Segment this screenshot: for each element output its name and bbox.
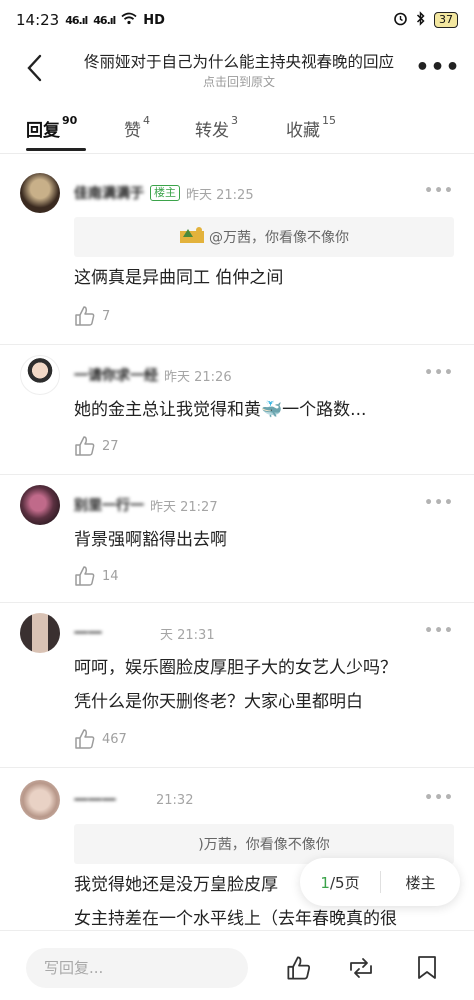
like-button[interactable]: 14 — [74, 565, 119, 587]
username[interactable]: 佳南满满于 — [74, 183, 144, 203]
title-bar: 佟丽娅对于自己为什么能主持央视春晚的回应 点击回到原文 ••• — [0, 40, 474, 98]
thumbs-up-icon — [75, 729, 95, 749]
comment-text: 她的金主总让我觉得和黄🐳一个路数... — [74, 393, 460, 427]
comment-item: 别里一行一 昨天 21:27 ••• 背景强啊豁得出去啊 14 — [0, 475, 474, 603]
signal-icon-2: 46.ıl — [93, 13, 116, 27]
image-icon — [179, 225, 205, 249]
tab-count: 3 — [231, 114, 238, 127]
op-badge: 楼主 — [150, 185, 180, 201]
tab-bar: 回复 90 赞4 转发 3 收藏 15 — [0, 98, 474, 154]
comment-more-button[interactable]: ••• — [424, 623, 454, 639]
comment-line: 背景强啊豁得出去啊 — [74, 530, 227, 550]
comment-line: 她的金主总让我觉得和黄🐳一个路数... — [74, 400, 367, 420]
more-icon: ••• — [415, 54, 461, 80]
thumbs-up-icon — [75, 306, 95, 326]
comment-more-button[interactable]: ••• — [424, 365, 454, 381]
tab-label: 赞 — [124, 121, 141, 141]
comment-text: 呵呵，娱乐圈脸皮厚胆子大的女艺人少吗？ 凭什么是你天删佟老？大家心里都明白 — [74, 651, 460, 719]
signal-icon: 46.ıl — [65, 13, 88, 27]
comment-time: 21:32 — [156, 792, 194, 808]
comment-item: 一一一 21:32 ••• )万茜，你看像不像你 我觉得她还是没万皇脸皮厚 女主… — [0, 768, 474, 938]
like-count: 7 — [102, 308, 111, 324]
like-count: 14 — [102, 568, 119, 584]
comment-more-button[interactable]: ••• — [424, 183, 454, 199]
username[interactable]: 一一一 — [74, 790, 150, 810]
comment-item: 佳南满满于 楼主 昨天 21:25 ••• @万茜，你看像不像你 这俩真是异曲同… — [0, 155, 474, 345]
like-post-button[interactable] — [282, 951, 316, 985]
avatar[interactable] — [20, 485, 60, 525]
back-button[interactable] — [18, 50, 50, 86]
tab-likes[interactable]: 赞4 — [124, 114, 150, 141]
like-count: 467 — [102, 731, 127, 747]
thumbs-up-icon — [75, 566, 95, 586]
like-button[interactable]: 7 — [74, 305, 110, 327]
active-tab-indicator — [26, 148, 86, 151]
comment-more-button[interactable]: ••• — [424, 790, 454, 806]
comment-time: 昨天 21:25 — [186, 187, 254, 203]
wifi-icon — [121, 11, 137, 29]
repost-icon — [350, 958, 372, 978]
repost-button[interactable] — [344, 951, 378, 985]
home-indicator — [0, 996, 474, 1000]
page-title: 佟丽娅对于自己为什么能主持央视春晚的回应 — [83, 53, 394, 71]
page-total: /5页 — [329, 873, 360, 892]
floating-pager: 1/5页 楼主 — [300, 858, 460, 906]
chevron-left-icon — [27, 54, 42, 82]
avatar[interactable] — [20, 613, 60, 653]
comment-more-button[interactable]: ••• — [424, 495, 454, 511]
more-options-button[interactable]: ••• — [415, 52, 461, 82]
username[interactable]: 别里一行一 — [74, 495, 144, 515]
quoted-reply[interactable]: @万茜，你看像不像你 — [74, 217, 454, 257]
comment-item: 一一 天 21:31 ••• 呵呵，娱乐圈脸皮厚胆子大的女艺人少吗？ 凭什么是你… — [0, 603, 474, 768]
favorite-button[interactable] — [410, 951, 444, 985]
bookmark-icon — [418, 956, 436, 979]
tab-count: 4 — [143, 114, 150, 127]
bottom-action-bar — [0, 930, 474, 1000]
back-to-original-link[interactable]: 点击回到原文 — [58, 73, 420, 90]
tab-label: 转发 — [195, 121, 229, 141]
like-button[interactable]: 467 — [74, 728, 127, 750]
comment-text: 背景强啊豁得出去啊 — [74, 523, 460, 557]
thumbs-up-icon — [287, 956, 311, 980]
comment-time: 天 21:31 — [160, 627, 215, 643]
bluetooth-icon — [416, 10, 426, 30]
status-time: 14:23 — [16, 11, 60, 29]
avatar[interactable] — [20, 173, 60, 213]
comment-time: 昨天 21:27 — [150, 499, 218, 515]
page-selector[interactable]: 1/5页 — [300, 872, 380, 893]
tab-label: 回复 — [26, 121, 60, 141]
username[interactable]: 一一 — [74, 623, 154, 643]
comment-line: 呵呵，娱乐圈脸皮厚胆子大的女艺人少吗？ — [74, 658, 397, 678]
tab-label: 收藏 — [286, 121, 320, 141]
op-only-button[interactable]: 楼主 — [381, 872, 460, 893]
like-count: 27 — [102, 438, 119, 454]
avatar[interactable] — [20, 780, 60, 820]
tab-count: 90 — [62, 114, 78, 127]
avatar[interactable] — [20, 355, 60, 395]
comment-item: 一请你求一经 昨天 21:26 ••• 她的金主总让我觉得和黄🐳一个路数... … — [0, 345, 474, 475]
tab-favorites[interactable]: 收藏 15 — [286, 114, 336, 141]
quote-text: @万茜，你看像不像你 — [209, 230, 349, 246]
current-page: 1 — [320, 873, 330, 892]
comment-text: 这俩真是异曲同工 伯仲之间 — [74, 261, 460, 295]
alarm-icon — [393, 11, 408, 30]
tab-reposts[interactable]: 转发 3 — [195, 114, 238, 141]
comment-time: 昨天 21:26 — [164, 369, 232, 385]
quote-text: )万茜，你看像不像你 — [198, 837, 330, 853]
reply-input[interactable] — [26, 948, 248, 988]
thumbs-up-icon — [75, 436, 95, 456]
comment-line: 凭什么是你天删佟老？大家心里都明白 — [74, 692, 363, 712]
battery-icon: 37 — [434, 12, 458, 28]
tab-replies[interactable]: 回复 90 — [26, 114, 78, 141]
status-bar: 14:23 46.ıl 46.ıl HD 37 — [0, 0, 474, 40]
comment-line: 这俩真是异曲同工 伯仲之间 — [74, 268, 284, 288]
network-label: HD — [143, 12, 165, 28]
like-button[interactable]: 27 — [74, 435, 119, 457]
username[interactable]: 一请你求一经 — [74, 365, 158, 385]
tab-count: 15 — [322, 114, 336, 127]
